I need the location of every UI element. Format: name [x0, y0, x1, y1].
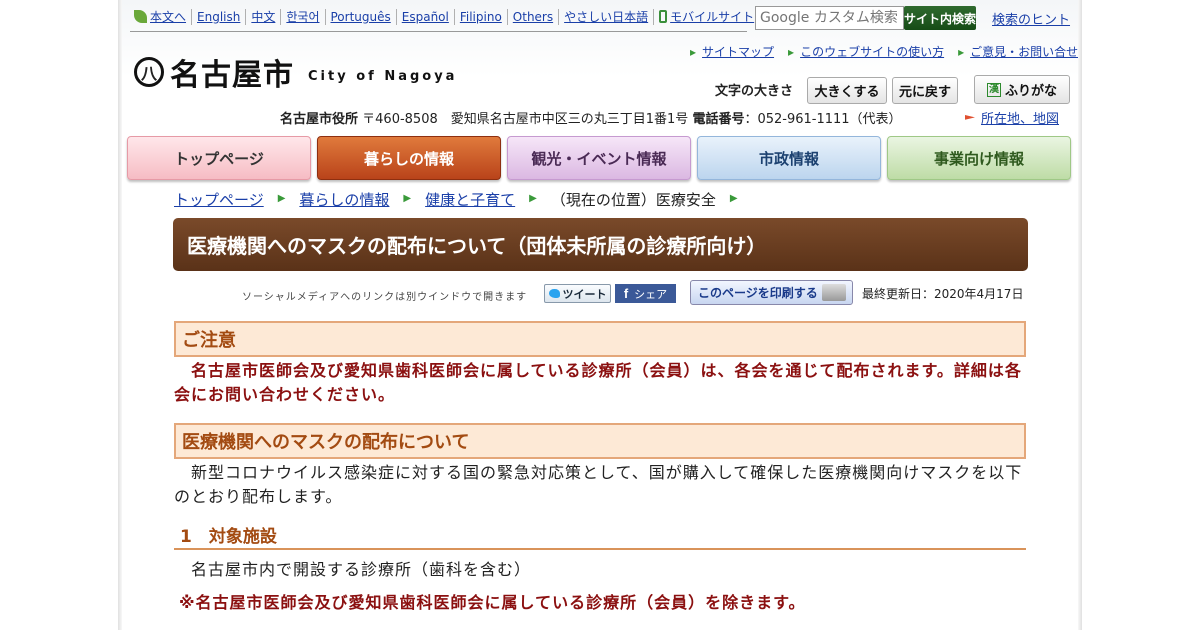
leaf-icon [134, 10, 147, 23]
language-bar-divider [130, 31, 747, 32]
phone-value: ：052-961-1111（代表） [744, 112, 902, 127]
furigana-icon: 漢 [986, 82, 1001, 97]
flag-icon [965, 115, 975, 120]
breadcrumb-health[interactable]: 健康と子育て [425, 189, 515, 210]
city-hall-address: 名古屋市役所 〒460-8508 愛知県名古屋市中区三の丸三丁目1番1号 電話番… [280, 108, 902, 127]
nav-tab-tourism-events[interactable]: 観光・イベント情報 [507, 136, 691, 180]
breadcrumb-life[interactable]: 暮らしの情報 [299, 189, 389, 210]
font-reset-button[interactable]: 元に戻す [892, 77, 958, 104]
site-search-button[interactable]: サイト内検索 [904, 6, 976, 30]
furigana-button[interactable]: 漢ふりがな [974, 75, 1070, 104]
page: 本文へ English 中文 한국어 Português Español Fil… [122, 0, 1078, 630]
target-facilities-heading: 1 対象施設 [174, 520, 1026, 550]
social-media-note: ソーシャルメディアへのリンクは別ウインドウで開きます [242, 292, 528, 303]
lang-english-link[interactable]: English [191, 9, 245, 25]
breadcrumb-arrow-icon: ▶ [403, 193, 412, 204]
lang-korean-link[interactable]: 한국어 [280, 9, 324, 25]
breadcrumb-arrow-icon: ▶ [277, 193, 286, 204]
mobile-site-link[interactable]: モバイルサイト [653, 9, 759, 25]
facebook-icon: f [623, 286, 629, 301]
office-address: 〒460-8508 愛知県名古屋市中区三の丸三丁目1番1号 [362, 112, 689, 127]
furigana-label: ふりがな [1004, 84, 1057, 99]
nav-tab-city-info[interactable]: 市政情報 [697, 136, 881, 180]
location-map-label: 所在地、地図 [981, 112, 1060, 127]
phone-label: 電話番号 [692, 112, 745, 127]
language-bar: 本文へ English 中文 한국어 Português Español Fil… [132, 6, 759, 28]
nav-tab-life[interactable]: 暮らしの情報 [317, 136, 501, 180]
mask-distribution-heading: 医療機関へのマスクの配布について [174, 423, 1026, 459]
font-larger-button[interactable]: 大きくする [807, 77, 887, 104]
city-emblem-icon: 八 [134, 57, 164, 87]
nav-tab-top[interactable]: トップページ [127, 136, 311, 180]
breadcrumb: トップページ ▶ 暮らしの情報 ▶ 健康と子育て ▶ （現在の位置）医療安全 ▶ [174, 189, 752, 210]
exclusion-note: ※名古屋市医師会及び愛知県歯科医師会に属している診療所（会員）を除きます。 [179, 593, 806, 612]
logo-english: City of Nagoya [308, 68, 458, 84]
skip-to-content-link[interactable]: 本文へ [132, 9, 191, 25]
logo-name: 名古屋市 [170, 58, 294, 93]
location-map-link[interactable]: 所在地、地図 [965, 108, 1059, 127]
utility-links: サイトマップ このウェブサイトの使い方 ご意見・お問い合せ [676, 43, 1078, 60]
search-hint-link[interactable]: 検索のヒント [992, 9, 1070, 28]
tweet-label: ツイート [562, 287, 607, 301]
search-box [755, 6, 904, 30]
font-size-label: 文字の大きさ [715, 84, 794, 99]
page-title: 医療機関へのマスクの配布について（団体未所属の診療所向け） [173, 218, 1028, 271]
twitter-icon [548, 289, 560, 298]
facebook-share-button[interactable]: f シェア [615, 284, 676, 303]
mask-distribution-text: 新型コロナウイルス感染症に対する国の緊急対応策として、国が購入して確保した医療機… [174, 463, 1023, 506]
caution-text: 名古屋市医師会及び愛知県歯科医師会に属している診療所（会員）は、各会を通じて配布… [174, 361, 1022, 404]
breadcrumb-arrow-icon: ▶ [729, 193, 738, 204]
nagoya-logo[interactable]: 八 名古屋市 City of Nagoya [134, 50, 457, 94]
tweet-button[interactable]: ツイート [544, 284, 611, 303]
breadcrumb-current: （現在の位置）医療安全 [550, 191, 716, 209]
target-facilities-text: 名古屋市内で開設する診療所（歯科を含む） [191, 560, 532, 579]
sitemap-link[interactable]: サイトマップ [690, 43, 774, 60]
printer-icon [822, 284, 846, 301]
breadcrumb-top[interactable]: トップページ [174, 189, 264, 210]
mobile-icon [659, 10, 668, 23]
lang-chinese-link[interactable]: 中文 [245, 9, 280, 25]
breadcrumb-arrow-icon: ▶ [529, 193, 537, 204]
nav-tab-business[interactable]: 事業向け情報 [887, 136, 1071, 180]
search-input[interactable] [756, 7, 903, 29]
page-shadow-right [1078, 0, 1082, 630]
office-name: 名古屋市役所 [280, 112, 359, 127]
lang-filipino-link[interactable]: Filipino [453, 9, 507, 25]
lang-others-link[interactable]: Others [506, 9, 558, 25]
last-updated: 最終更新日：2020年4月17日 [862, 287, 1024, 301]
share-label: シェア [634, 287, 668, 301]
skip-to-content-label: 本文へ [150, 10, 187, 24]
contact-link[interactable]: ご意見・お問い合せ [958, 43, 1078, 60]
mobile-site-label: モバイルサイト [670, 10, 755, 24]
print-page-button[interactable]: このページを印刷する [690, 280, 853, 305]
lang-portuguese-link[interactable]: Português [324, 9, 396, 25]
print-label: このページを印刷する [698, 286, 818, 300]
how-to-use-link[interactable]: このウェブサイトの使い方 [788, 43, 944, 60]
lang-spanish-link[interactable]: Español [395, 9, 454, 25]
lang-easy-japanese-link[interactable]: やさしい日本語 [558, 9, 653, 25]
caution-heading: ご注意 [174, 321, 1026, 357]
